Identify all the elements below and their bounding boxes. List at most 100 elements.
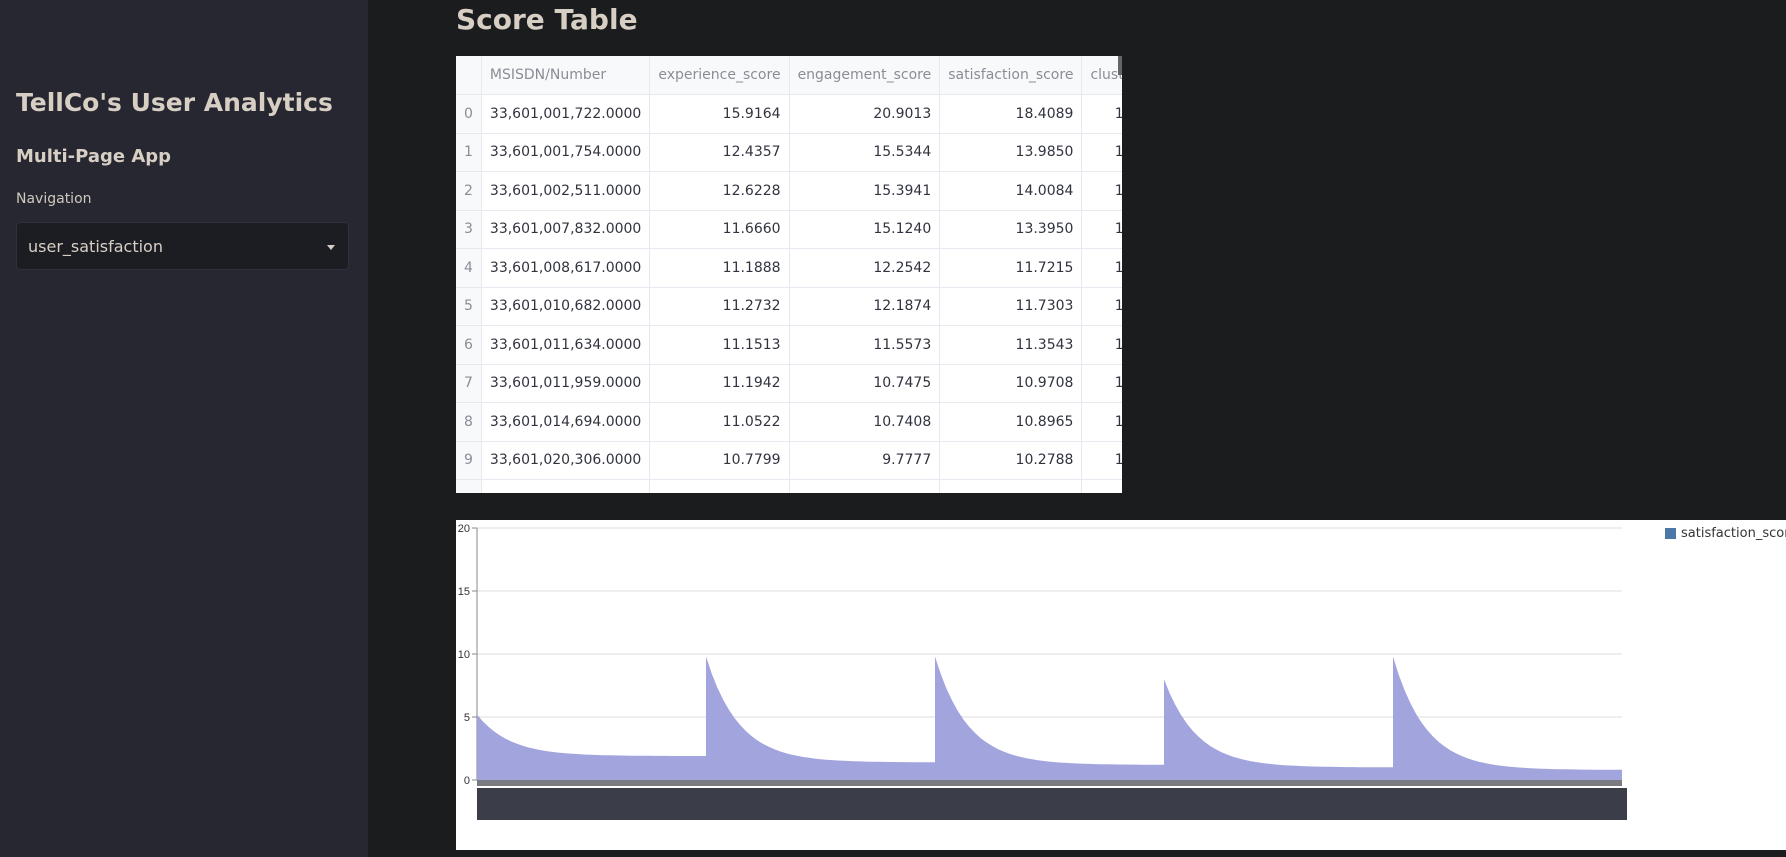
table-cell[interactable]: 1 <box>1081 287 1122 326</box>
area-segment <box>935 656 1164 780</box>
table-cell[interactable]: 13.9850 <box>939 133 1083 172</box>
table-cell[interactable]: 10.7799 <box>649 441 790 480</box>
navigation-label: Navigation <box>16 191 92 207</box>
row-index-cell[interactable]: 0 <box>456 94 482 134</box>
table-header-row: MSISDN/Number experience_score engagemen… <box>456 56 1122 95</box>
y-tick-label: 20 <box>458 523 470 535</box>
table-cell[interactable]: 15.1240 <box>789 210 941 249</box>
row-index-cell[interactable]: 7 <box>456 364 482 403</box>
row-index-cell[interactable]: 8 <box>456 402 482 442</box>
legend-label: satisfaction_score <box>1681 526 1786 541</box>
table-cell[interactable]: 10.2788 <box>939 441 1083 480</box>
table-row[interactable]: 1 33,601,001,754.0000 12.4357 15.5344 13.985… <box>456 133 1122 172</box>
table-cell[interactable]: 14.0084 <box>939 171 1083 211</box>
table-cell[interactable]: 11.6660 <box>649 210 790 249</box>
table-cell[interactable]: 1 <box>1081 133 1122 172</box>
table-cell[interactable]: 12.4357 <box>649 133 790 172</box>
area-segment <box>1164 679 1393 780</box>
table-cell[interactable]: 18.4089 <box>939 94 1083 134</box>
row-index-cell[interactable]: 1 <box>456 133 482 172</box>
table-cell[interactable]: 33,601,014,694.0000 <box>481 402 651 442</box>
x-tick-label-band <box>477 788 1627 820</box>
table-row[interactable] <box>456 479 1122 493</box>
row-index-cell[interactable]: 2 <box>456 171 482 211</box>
table-cell[interactable]: 11.5573 <box>789 325 941 365</box>
table-row[interactable]: 5 33,601,010,682.0000 11.2732 12.1874 11.730… <box>456 287 1122 326</box>
navigation-select[interactable]: user_satisfaction <box>16 222 349 270</box>
column-header-index[interactable] <box>456 56 482 95</box>
table-cell[interactable]: 11.0522 <box>649 402 790 442</box>
column-header-experience-score[interactable]: experience_score <box>649 56 790 95</box>
column-header-cluster[interactable]: clust <box>1081 56 1122 95</box>
column-header-satisfaction-score[interactable]: satisfaction_score <box>939 56 1083 95</box>
table-row[interactable]: 6 33,601,011,634.0000 11.1513 11.5573 11.354… <box>456 325 1122 365</box>
row-index-cell[interactable]: 5 <box>456 287 482 326</box>
table-cell <box>456 479 482 493</box>
page-title: Score Table <box>456 3 638 36</box>
table-cell[interactable]: 1 <box>1081 248 1122 288</box>
score-table[interactable]: MSISDN/Number experience_score engagemen… <box>456 56 1122 493</box>
table-cell[interactable]: 1 <box>1081 441 1122 480</box>
table-cell[interactable]: 12.2542 <box>789 248 941 288</box>
area-segment <box>477 714 706 780</box>
table-cell[interactable]: 15.5344 <box>789 133 941 172</box>
table-cell[interactable]: 33,601,011,959.0000 <box>481 364 651 403</box>
table-cell[interactable]: 11.1513 <box>649 325 790 365</box>
table-cell[interactable]: 1 <box>1081 364 1122 403</box>
table-cell[interactable]: 15.9164 <box>649 94 790 134</box>
table-cell[interactable]: 11.1942 <box>649 364 790 403</box>
table-row[interactable]: 2 33,601,002,511.0000 12.6228 15.3941 14.008… <box>456 171 1122 211</box>
row-index-cell[interactable]: 3 <box>456 210 482 249</box>
table-cell <box>939 479 1083 493</box>
table-cell[interactable]: 33,601,011,634.0000 <box>481 325 651 365</box>
table-row[interactable]: 3 33,601,007,832.0000 11.6660 15.1240 13.395… <box>456 210 1122 249</box>
table-cell[interactable]: 10.7475 <box>789 364 941 403</box>
column-header-engagement-score[interactable]: engagement_score <box>789 56 941 95</box>
row-index-cell[interactable]: 9 <box>456 441 482 480</box>
table-cell[interactable]: 15.3941 <box>789 171 941 211</box>
table-cell[interactable]: 11.2732 <box>649 287 790 326</box>
table-cell[interactable]: 33,601,008,617.0000 <box>481 248 651 288</box>
row-index-cell[interactable]: 6 <box>456 325 482 365</box>
table-cell[interactable]: 9.7777 <box>789 441 941 480</box>
table-cell[interactable]: 1 <box>1081 171 1122 211</box>
sidebar-subtitle: Multi-Page App <box>16 146 172 167</box>
table-cell[interactable]: 11.7215 <box>939 248 1083 288</box>
table-cell[interactable]: 1 <box>1081 94 1122 134</box>
table-cell <box>789 479 941 493</box>
table-cell[interactable]: 1 <box>1081 325 1122 365</box>
x-axis-band <box>477 780 1622 786</box>
table-row[interactable]: 0 33,601,001,722.0000 15.9164 20.9013 18.408… <box>456 94 1122 134</box>
table-cell[interactable]: 11.3543 <box>939 325 1083 365</box>
table-cell[interactable]: 10.9708 <box>939 364 1083 403</box>
table-cell[interactable]: 11.1888 <box>649 248 790 288</box>
y-tick-label: 15 <box>458 586 470 598</box>
table-row[interactable]: 8 33,601,014,694.0000 11.0522 10.7408 10.896… <box>456 402 1122 442</box>
table-cell[interactable]: 33,601,020,306.0000 <box>481 441 651 480</box>
table-cell[interactable]: 10.8965 <box>939 402 1083 442</box>
table-cell <box>649 479 790 493</box>
table-cell[interactable]: 33,601,007,832.0000 <box>481 210 651 249</box>
area-segment <box>706 656 935 780</box>
table-cell[interactable]: 13.3950 <box>939 210 1083 249</box>
table-cell[interactable]: 1 <box>1081 402 1122 442</box>
table-cell[interactable]: 33,601,010,682.0000 <box>481 287 651 326</box>
table-row[interactable]: 7 33,601,011,959.0000 11.1942 10.7475 10.970… <box>456 364 1122 403</box>
table-cell[interactable]: 12.6228 <box>649 171 790 211</box>
column-header-msisdn[interactable]: MSISDN/Number <box>481 56 651 95</box>
table-cell[interactable]: 20.9013 <box>789 94 941 134</box>
y-tick-label: 5 <box>464 712 470 724</box>
table-cell[interactable]: 11.7303 <box>939 287 1083 326</box>
table-scrollbar[interactable] <box>1118 56 1122 75</box>
table-cell[interactable]: 33,601,001,722.0000 <box>481 94 651 134</box>
sidebar: TellCo's User Analytics Multi-Page App N… <box>0 0 368 857</box>
table-row[interactable]: 4 33,601,008,617.0000 11.1888 12.2542 11.721… <box>456 248 1122 288</box>
table-cell[interactable]: 33,601,001,754.0000 <box>481 133 651 172</box>
chevron-down-icon[interactable] <box>327 245 335 250</box>
table-cell[interactable]: 12.1874 <box>789 287 941 326</box>
table-cell[interactable]: 33,601,002,511.0000 <box>481 171 651 211</box>
table-cell[interactable]: 1 <box>1081 210 1122 249</box>
table-cell[interactable]: 10.7408 <box>789 402 941 442</box>
table-row[interactable]: 9 33,601,020,306.0000 10.7799 9.7777 10.2788… <box>456 441 1122 480</box>
row-index-cell[interactable]: 4 <box>456 248 482 288</box>
